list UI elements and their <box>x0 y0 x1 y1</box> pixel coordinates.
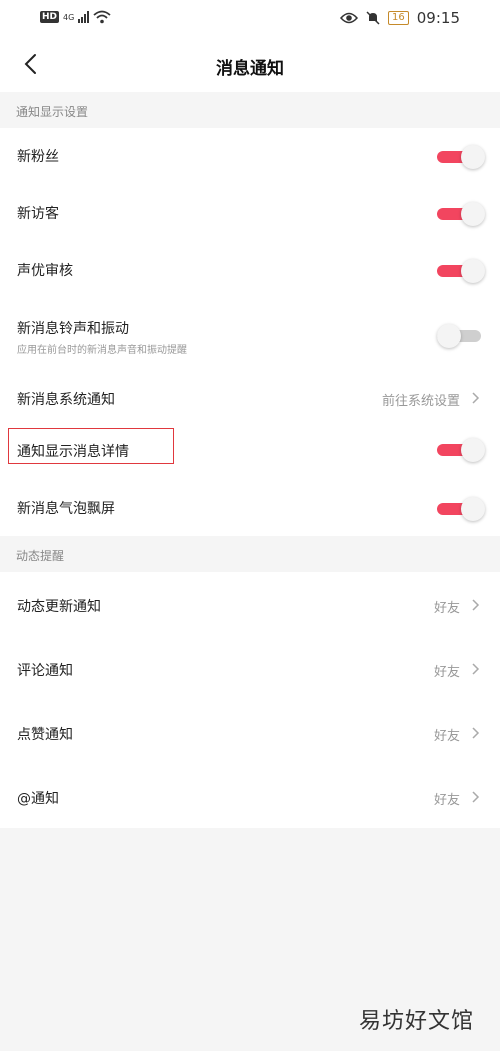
row-comment-notification[interactable]: 评论通知 好友 <box>0 636 500 700</box>
new-visitors-toggle[interactable] <box>437 202 485 226</box>
bubble-float-toggle[interactable] <box>437 497 485 521</box>
row-value: 前往系统设置 <box>381 394 460 409</box>
row-label: 评论通知 <box>17 663 73 679</box>
watermark-text: 易坊好文馆 <box>358 1009 474 1034</box>
row-bubble-float[interactable]: 新消息气泡飘屏 <box>0 482 500 536</box>
chevron-right-icon <box>472 727 480 739</box>
chevron-right-icon <box>472 392 480 404</box>
row-label: 点赞通知 <box>17 727 73 743</box>
hd-indicator: HD <box>40 11 60 23</box>
clock: 09:15 <box>416 9 460 27</box>
row-label: 新消息气泡飘屏 <box>17 501 115 517</box>
row-label: 新消息铃声和振动 <box>17 321 129 337</box>
row-voice-review[interactable]: 声优审核 <box>0 240 500 298</box>
status-right: 16 09:15 <box>340 9 460 27</box>
highlight-box <box>8 428 174 464</box>
ringtone-vibration-toggle[interactable] <box>437 324 483 348</box>
row-label: @通知 <box>17 791 59 807</box>
page-title: 消息通知 <box>216 59 284 79</box>
wifi-icon <box>93 10 111 24</box>
status-left: HD 4G <box>40 10 111 24</box>
nav-bar: 消息通知 <box>0 38 500 92</box>
voice-review-toggle[interactable] <box>437 259 485 283</box>
row-new-fans[interactable]: 新粉丝 <box>0 128 500 184</box>
eye-icon <box>340 12 359 24</box>
row-sublabel: 应用在前台时的新消息声音和振动提醒 <box>17 345 187 356</box>
row-value: 好友 <box>433 665 460 680</box>
dynamic-reminder-group: 动态更新通知 好友 评论通知 好友 点赞通知 好友 @通知 好友 <box>0 572 500 828</box>
section-title: 通知显示设置 <box>16 105 89 119</box>
signal-icon <box>78 11 90 23</box>
row-system-notification[interactable]: 新消息系统通知 前往系统设置 <box>0 370 500 426</box>
chevron-right-icon <box>472 663 480 675</box>
chevron-right-icon <box>472 599 480 611</box>
battery-icon: 16 <box>388 11 409 25</box>
row-label: 动态更新通知 <box>17 599 101 615</box>
mute-bell-icon <box>366 11 380 25</box>
network-type: 4G <box>63 12 75 22</box>
row-label: 新消息系统通知 <box>17 392 115 408</box>
display-settings-group: 新粉丝 新访客 声优审核 新消息铃声和振动 应用在前台时的新消息声音和振动提醒 … <box>0 128 500 536</box>
row-like-notification[interactable]: 点赞通知 好友 <box>0 700 500 764</box>
section-title: 动态提醒 <box>16 549 65 563</box>
section-header-dynamic: 动态提醒 <box>0 536 500 572</box>
row-label: 声优审核 <box>17 263 73 279</box>
chevron-right-icon <box>472 791 480 803</box>
row-ringtone-vibration[interactable]: 新消息铃声和振动 应用在前台时的新消息声音和振动提醒 <box>0 298 500 370</box>
row-mention-notification[interactable]: @通知 好友 <box>0 764 500 828</box>
row-value: 好友 <box>433 601 460 616</box>
row-new-visitors[interactable]: 新访客 <box>0 184 500 240</box>
row-label: 新访客 <box>17 206 59 222</box>
row-value: 好友 <box>433 793 460 808</box>
status-bar: HD 4G 16 09:15 <box>0 0 500 38</box>
new-fans-toggle[interactable] <box>437 145 485 169</box>
row-label: 新粉丝 <box>17 149 59 165</box>
row-value: 好友 <box>433 729 460 744</box>
show-details-toggle[interactable] <box>437 438 485 462</box>
section-header-display: 通知显示设置 <box>0 92 500 128</box>
row-dynamic-update[interactable]: 动态更新通知 好友 <box>0 572 500 636</box>
